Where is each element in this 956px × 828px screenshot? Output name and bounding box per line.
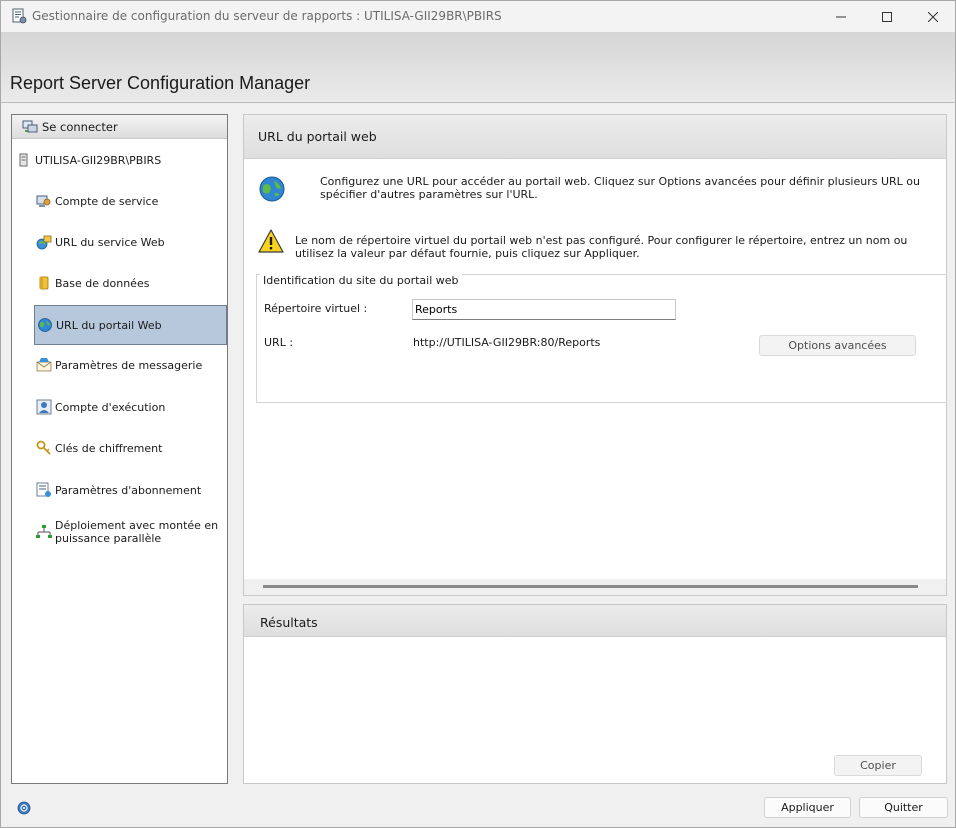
results-title: Résultats — [260, 615, 318, 630]
connect-label: Se connecter — [42, 119, 118, 134]
sidebar-item-web-portal-url[interactable]: URL du portail Web — [34, 305, 227, 345]
globe-icon — [259, 176, 285, 202]
service-account-icon — [36, 195, 51, 207]
help-icon[interactable] — [17, 801, 31, 815]
web-portal-url-panel: URL du portail web Configurez une URL po… — [243, 114, 947, 596]
sidebar-item-label: Compte de service — [55, 194, 159, 208]
panel-header: URL du portail web — [244, 115, 946, 159]
intro-text: Configurez une URL pour accéder au porta… — [320, 175, 920, 201]
email-settings-icon — [36, 358, 52, 372]
horizontal-scrollbar[interactable] — [263, 585, 918, 588]
results-panel: Résultats Copier — [243, 604, 947, 784]
sidebar-item-database[interactable]: Base de données — [34, 274, 227, 292]
sidebar-item-email-settings[interactable]: Paramètres de messagerie — [34, 356, 227, 374]
execution-account-icon — [36, 399, 52, 415]
web-service-url-icon — [36, 235, 52, 250]
sidebar-item-web-service-url[interactable]: URL du service Web — [34, 233, 227, 251]
virtual-directory-label: Répertoire virtuel : — [264, 302, 368, 315]
sidebar-item-label: Paramètres de messagerie — [55, 358, 203, 372]
window-title: Gestionnaire de configuration du serveur… — [32, 9, 502, 23]
url-value: http://UTILISA-GII29BR:80/Reports — [413, 336, 601, 349]
sidebar-item-label: Paramètres d'abonnement — [55, 483, 202, 497]
url-label: URL : — [264, 336, 294, 349]
sidebar-item-label: Base de données — [55, 276, 150, 290]
results-header: Résultats — [244, 605, 946, 637]
app-title: Report Server Configuration Manager — [10, 73, 311, 93]
close-button[interactable] — [910, 1, 956, 32]
maximize-icon — [882, 11, 892, 22]
apply-button[interactable]: Appliquer — [764, 797, 851, 818]
app-header: Report Server Configuration Manager — [1, 32, 955, 103]
keys-icon — [36, 440, 51, 455]
minimize-icon — [836, 16, 846, 17]
maximize-button[interactable] — [864, 1, 910, 32]
sidebar-item-execution-account[interactable]: Compte d'exécution — [34, 398, 227, 416]
quit-button[interactable]: Quitter — [859, 797, 948, 818]
sidebar-item-label: URL du service Web — [55, 235, 165, 249]
app-window: Gestionnaire de configuration du serveur… — [0, 0, 956, 828]
title-bar: Gestionnaire de configuration du serveur… — [1, 1, 955, 32]
sidebar-item-label: Déploiement avec montée en puissance par… — [55, 519, 219, 545]
server-label: UTILISA-GII29BR\PBIRS — [35, 153, 162, 167]
group-legend: Identification du site du portail web — [260, 274, 462, 287]
sidebar-item-service-account[interactable]: Compte de service — [34, 192, 227, 210]
sidebar-item-label: Clés de chiffrement — [55, 441, 163, 455]
close-icon — [928, 11, 938, 22]
warning-text: Le nom de répertoire virtuel du portail … — [295, 234, 908, 260]
copy-button[interactable]: Copier — [834, 755, 922, 776]
sidebar: Se connecter UTILISA-GII29BR\PBIRS Compt… — [11, 114, 228, 784]
sidebar-item-scale-out-deployment[interactable]: Déploiement avec montée en puissance par… — [34, 517, 227, 547]
minimize-button[interactable] — [818, 1, 864, 32]
connect-icon — [22, 120, 38, 132]
sidebar-item-label: URL du portail Web — [56, 318, 162, 332]
virtual-directory-input[interactable] — [412, 299, 676, 320]
sidebar-item-encryption-keys[interactable]: Clés de chiffrement — [34, 439, 227, 457]
panel-title: URL du portail web — [258, 129, 377, 144]
globe-icon — [38, 318, 52, 332]
report-server-config-icon — [12, 8, 27, 24]
connect-button[interactable]: Se connecter — [12, 115, 227, 139]
server-node: UTILISA-GII29BR\PBIRS — [18, 153, 161, 167]
sidebar-item-subscription-settings[interactable]: Paramètres d'abonnement — [34, 481, 227, 499]
scale-out-icon — [36, 525, 52, 538]
database-icon — [39, 276, 49, 290]
advanced-options-button[interactable]: Options avancées — [759, 335, 916, 356]
subscription-icon — [36, 482, 51, 497]
server-icon — [19, 153, 28, 167]
warning-icon — [258, 229, 284, 253]
sidebar-item-label: Compte d'exécution — [55, 400, 166, 414]
